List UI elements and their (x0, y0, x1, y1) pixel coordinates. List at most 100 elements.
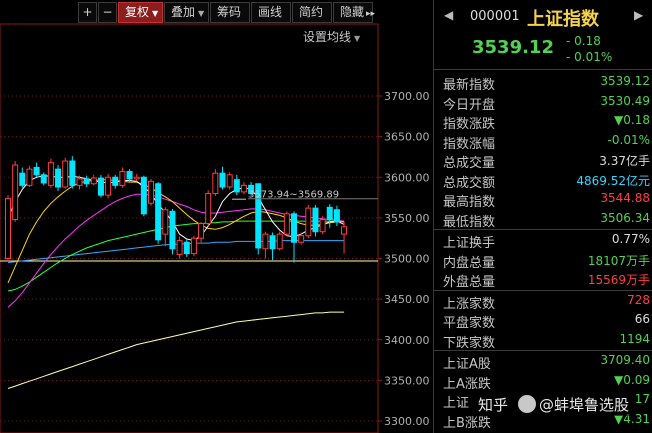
y-tick-label: 3650.00 (384, 131, 430, 144)
quote-row-value: 3.37亿手 (599, 154, 650, 168)
toolbar-button-1[interactable]: − (98, 2, 117, 23)
quote-row-label: 平盘家数 (443, 316, 496, 331)
quote-row: 总成交量 3.37亿手 (434, 150, 652, 171)
price-change: - 0.18 (566, 34, 601, 48)
quote-row-label: 指数涨跌 (443, 117, 496, 132)
toolbar-button-2[interactable]: 复权 ▼ (118, 2, 163, 23)
quote-row-label: 上A涨跌 (443, 376, 491, 392)
candle-body (90, 177, 97, 185)
quote-row-value: 17 (634, 392, 650, 406)
double-chevron-icon: ▸▸ (366, 9, 376, 19)
kline-chart[interactable]: 3700.00 3650.00 3600.00 3550.00 3500.00 3450.… (0, 0, 433, 433)
y-tick-label: 3450.00 (384, 293, 430, 306)
quote-row: 指数涨跌 ▼0.18 (434, 111, 652, 132)
quote-row-value: 3544.88 (600, 191, 650, 205)
quote-row-value: 18107万手 (587, 253, 650, 268)
prev-arrow-icon[interactable]: ◀ (444, 8, 453, 22)
toolbar-button-6[interactable]: 简约 (292, 2, 332, 23)
toolbar-button-5[interactable]: 画线 (251, 2, 291, 23)
toolbar-button-label: 隐藏 (340, 5, 365, 19)
candle-body (12, 164, 19, 220)
candle-body (69, 160, 76, 186)
candle-body (47, 162, 54, 186)
candle-body (5, 197, 11, 259)
chart-toolbar: + − 复权 ▼ 叠加 ▼ 筹码 画线 简约 隐藏 ▸▸ (78, 2, 376, 23)
quote-row: 下跌家数 1194 (434, 330, 652, 351)
candle-body (226, 174, 233, 188)
quote-row: 最新指数 3539.12 (434, 72, 652, 93)
quote-row-value: 728 (627, 292, 650, 307)
candle-body (269, 235, 276, 250)
quote-row-value: ▼0.09 (614, 372, 650, 387)
candle-body (55, 168, 62, 188)
toolbar-button-label: 简约 (299, 5, 324, 19)
candle-body (112, 176, 119, 186)
quote-row: 内盘总量 18107万手 (434, 250, 652, 271)
candle-body (233, 179, 240, 193)
y-tick-label: 3700.00 (384, 90, 430, 103)
toolbar-button-label: + (82, 5, 93, 19)
y-tick-label: 3400.00 (384, 334, 430, 347)
quote-row-value: 3506.34 (600, 210, 650, 225)
next-arrow-icon[interactable]: ▶ (634, 8, 643, 22)
quote-row: 最低指数 3506.34 (434, 209, 652, 230)
quote-row-label: 外盘总量 (443, 275, 496, 290)
toolbar-button-4[interactable]: 筹码 (210, 2, 250, 23)
toolbar-button-0[interactable]: + (78, 2, 97, 23)
candle-body (176, 240, 183, 255)
avatar-icon (518, 395, 537, 413)
candle-body (341, 226, 348, 235)
candle-body (212, 172, 219, 194)
caret-down-icon: ▼ (354, 34, 361, 43)
quote-row-value: 3709.40 (600, 353, 650, 367)
current-price: 3539.12 (472, 37, 554, 58)
ma-setting-dropdown[interactable]: 设置均线 ▼ (303, 28, 360, 45)
quote-row-label: 最新指数 (443, 78, 496, 93)
quote-row: 上A涨跌 ▼0.09 (434, 371, 652, 392)
quote-row-label: 上证换手 (443, 236, 496, 251)
candle-body (291, 213, 297, 243)
candle-body (169, 210, 176, 250)
candle-body (40, 174, 47, 184)
quote-row: 最高指数 3544.88 (434, 189, 652, 210)
y-tick-label: 3350.00 (384, 374, 430, 387)
caret-down-icon: ▼ (198, 9, 205, 18)
quote-row: 指数涨幅 -0.01% (434, 131, 652, 152)
watermark: 知乎 @蚌埠鲁选股 (474, 393, 634, 416)
candle-body (19, 172, 26, 186)
quote-row-label: 总成交量 (443, 156, 496, 171)
watermark-right: @蚌埠鲁选股 (539, 396, 630, 414)
candle-body (198, 223, 205, 239)
quote-row: 今日开盘 3530.49 (434, 92, 652, 113)
candle-body (240, 184, 247, 193)
quote-row: 上证换手 0.77% (434, 230, 652, 251)
quote-row: 上证A股 3709.40 (434, 351, 652, 372)
toolbar-button-7[interactable]: 隐藏 ▸▸ (333, 2, 376, 23)
quote-row-label: 指数涨幅 (443, 136, 496, 152)
quote-row-label: 上证A股 (443, 357, 491, 372)
toolbar-button-3[interactable]: 叠加 ▼ (164, 2, 209, 23)
candle-body (190, 237, 197, 255)
candle-body (298, 235, 305, 243)
candle-body (262, 233, 269, 250)
candle-body (126, 171, 133, 180)
quote-row-value: 1194 (619, 331, 650, 346)
candle-body (305, 207, 312, 237)
y-tick-label: 3300.00 (384, 415, 430, 428)
quote-row-label: 今日开盘 (443, 97, 496, 113)
index-name: 上证指数 (527, 9, 599, 30)
quote-row: 总成交额 4869.52亿元 (434, 170, 652, 191)
quote-panel: ◀ 000001 上证指数 ▶ 3539.12 - 0.18 - 0.01% 最… (433, 0, 652, 433)
candle-body (283, 213, 290, 235)
quote-row-value: 4869.52亿元 (576, 173, 650, 188)
caret-down-icon: ▼ (152, 9, 159, 18)
quote-row-value: 0.77% (611, 232, 650, 246)
candle-body (276, 233, 283, 250)
quote-row-label: 内盘总量 (443, 255, 496, 271)
candle-body (219, 172, 226, 188)
candle-body (319, 219, 326, 233)
candle-body (333, 209, 340, 223)
candle-body (155, 183, 162, 241)
quote-row-label: 最高指数 (443, 195, 496, 210)
candle-body (33, 167, 40, 176)
